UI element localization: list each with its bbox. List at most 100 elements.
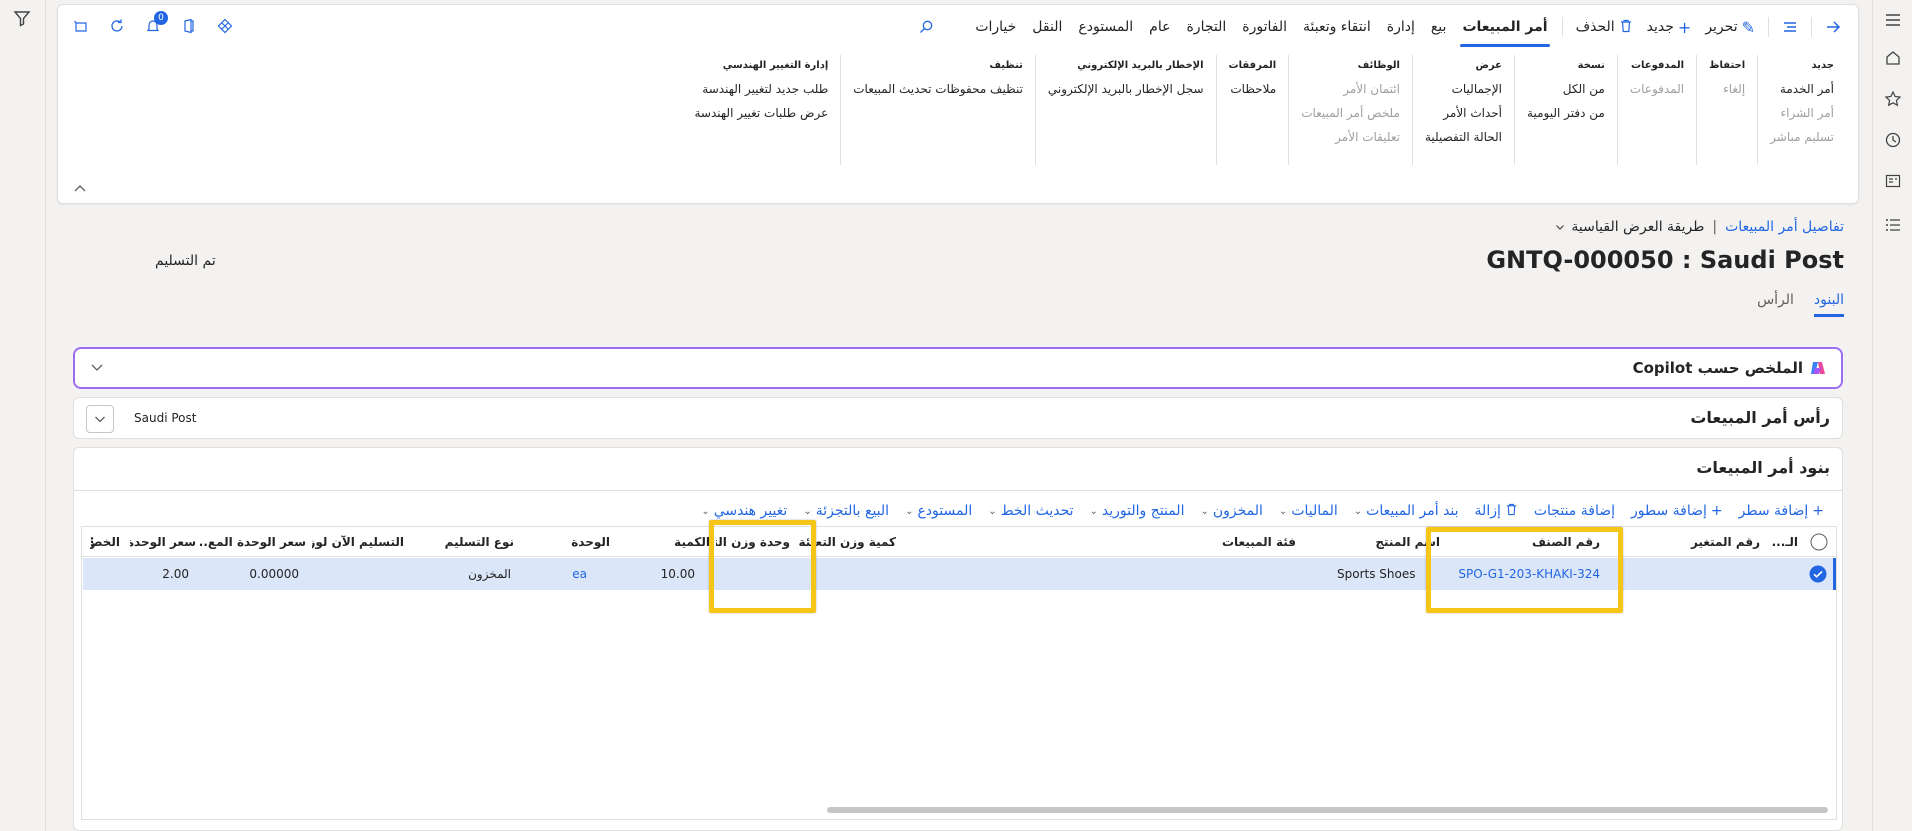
view-engineering-change-requests-button[interactable]: عرض طلبات تغيير الهندسة: [694, 101, 828, 125]
cancel-button[interactable]: إلغاء: [1709, 77, 1745, 101]
column-header-pack-qty[interactable]: كمية وزن التعبئة: [796, 527, 896, 557]
column-header-unit[interactable]: الوحدة: [530, 527, 610, 557]
cell-unit[interactable]: ea: [527, 558, 587, 590]
office-icon[interactable]: [176, 13, 202, 39]
detailed-status-button[interactable]: الحالة التفصيلية: [1425, 125, 1502, 149]
sales-order-summary-button[interactable]: ملخص أمر المبيعات: [1301, 101, 1400, 125]
totals-button[interactable]: الإجماليات: [1425, 77, 1502, 101]
delete-button[interactable]: الحذف: [1569, 12, 1640, 42]
cleanup-sales-update-history-button[interactable]: تنظيف محفوظات تحديث المبيعات: [853, 77, 1023, 101]
back-arrow-icon[interactable]: [1818, 12, 1848, 42]
notifications-icon[interactable]: 0: [140, 11, 168, 39]
column-header-line-flag[interactable]: الـ...: [1770, 527, 1798, 557]
column-header-cw-delivery[interactable]: التسليم الآن لوز...: [312, 527, 404, 557]
column-header-product-name[interactable]: اسم المنتج: [1310, 527, 1440, 557]
sales-order-header-fasttab[interactable]: رأس أمر المبيعات Saudi Post: [73, 397, 1843, 439]
cell-unit-price[interactable]: 2.00: [129, 558, 189, 590]
cell-item-number[interactable]: SPO-G1-203-KHAKI-324: [1440, 558, 1600, 590]
add-lines-button[interactable]: + إضافة سطور: [1623, 503, 1731, 519]
tab-invoice[interactable]: الفاتورة: [1234, 5, 1295, 49]
tab-lines[interactable]: البنود: [1813, 292, 1844, 317]
add-products-button[interactable]: إضافة منتجات: [1526, 503, 1623, 519]
chevron-down-icon: ⌄: [803, 505, 812, 517]
modules-list-icon[interactable]: [1883, 215, 1903, 235]
chevron-up-icon[interactable]: [72, 181, 88, 197]
inventory-menu[interactable]: المخزون ⌄: [1192, 503, 1270, 519]
cell-quantity[interactable]: 10.00: [611, 558, 695, 590]
new-engineering-change-request-button[interactable]: طلب جديد لتغيير الهندسة: [694, 77, 828, 101]
purchase-order-button[interactable]: أمر الشراء: [1770, 101, 1835, 125]
filter-icon[interactable]: [12, 8, 32, 28]
direct-delivery-button[interactable]: تسليم مباشر: [1770, 125, 1834, 149]
new-button[interactable]: + جديد: [1640, 12, 1699, 42]
toolbar-separator: [1811, 17, 1812, 37]
power-apps-icon[interactable]: [212, 13, 238, 39]
tab-header[interactable]: الرأس: [1757, 292, 1794, 317]
lines-toolbar: + إضافة سطر + إضافة سطور إضافة منتجات إزال…: [693, 496, 1832, 526]
tab-sales-order[interactable]: أمر المبيعات: [1454, 5, 1555, 49]
tab-warehouse[interactable]: المستودع: [1070, 5, 1141, 49]
chevron-down-icon[interactable]: [89, 359, 105, 375]
plus-multiple-icon: +: [1710, 503, 1723, 519]
column-header-variant[interactable]: رقم المتغير: [1640, 527, 1760, 557]
product-and-supply-menu[interactable]: المنتج والتوريد ⌄: [1082, 503, 1193, 519]
button-label: المستودع: [917, 503, 973, 519]
star-favorites-icon[interactable]: [1883, 89, 1903, 109]
chevron-down-icon[interactable]: [86, 405, 114, 433]
order-events-button[interactable]: أحداث الأمر: [1425, 101, 1502, 125]
column-header-delivery-type[interactable]: نوع التسليم: [414, 527, 514, 557]
button-label: تغيير هندسي: [713, 503, 788, 519]
sales-order-line-menu[interactable]: بند أمر المبيعات ⌄: [1346, 503, 1467, 519]
add-line-button[interactable]: + إضافة سطر: [1731, 503, 1832, 519]
retail-menu[interactable]: البيع بالتجزئة ⌄: [795, 503, 897, 519]
update-line-menu[interactable]: تحديث الخط ⌄: [980, 503, 1081, 519]
row-checkbox-checked[interactable]: [1809, 565, 1827, 583]
column-header-quantity[interactable]: الكمية: [626, 527, 710, 557]
tab-manage[interactable]: إدارة: [1379, 5, 1423, 49]
order-credit-button[interactable]: ائتمان الأمر: [1301, 77, 1400, 101]
remove-button[interactable]: إزالة: [1467, 503, 1526, 520]
warehouse-menu[interactable]: المستودع ⌄: [897, 503, 980, 519]
engineering-change-menu[interactable]: تغيير هندسي ⌄: [693, 503, 795, 519]
breadcrumb-link[interactable]: تفاصيل أمر المبيعات: [1725, 219, 1844, 235]
column-header-discount[interactable]: الخص: [90, 527, 120, 557]
list-lines-icon[interactable]: [1775, 12, 1805, 42]
table-row[interactable]: SPO-G1-203-KHAKI-324 Sports Shoes 10.00 …: [83, 558, 1836, 590]
cell-delivery-type[interactable]: المخزون: [411, 558, 511, 590]
financials-menu[interactable]: الماليات ⌄: [1271, 503, 1346, 519]
edit-button[interactable]: ✎ تحرير: [1698, 12, 1762, 42]
tab-options[interactable]: خيارات: [967, 5, 1024, 49]
column-header-cw-unit-price[interactable]: سعر الوحدة المع...: [198, 527, 306, 557]
more-vertical-icon[interactable]: ⋮: [86, 527, 94, 557]
email-notification-log-button[interactable]: سجل الإخطار بالبريد الإلكتروني: [1048, 77, 1204, 101]
cell-product-name[interactable]: Sports Shoes: [1337, 558, 1437, 590]
column-header-sales-category[interactable]: فئة المبيعات: [906, 527, 1296, 557]
copilot-summary-panel[interactable]: الملخص حسب Copilot: [73, 347, 1843, 389]
payments-button[interactable]: المدفوعات: [1630, 77, 1684, 101]
copy-from-all-button[interactable]: من الكل: [1527, 77, 1605, 101]
service-order-button[interactable]: أمر الخدمة: [1770, 77, 1834, 101]
clock-recent-icon[interactable]: [1883, 130, 1903, 150]
order-comments-button[interactable]: تعليقات الأمر: [1301, 125, 1400, 149]
notes-button[interactable]: ملاحظات: [1229, 77, 1276, 101]
search-icon[interactable]: [911, 12, 941, 42]
open-in-new-icon[interactable]: [68, 13, 94, 39]
tab-sell[interactable]: بيع: [1423, 5, 1455, 49]
column-header-pack-unit[interactable]: وحدة وزن التعبئة: [716, 527, 790, 557]
view-selector[interactable]: طريقة العرض القياسية: [1555, 219, 1704, 235]
tab-pick-and-pack[interactable]: انتقاء وتعبئة: [1295, 5, 1379, 49]
tab-transportation[interactable]: النقل: [1024, 5, 1070, 49]
cell-cw-unit-price[interactable]: 0.00000: [209, 558, 299, 590]
tab-retail[interactable]: التجارة: [1178, 5, 1234, 49]
hamburger-menu-icon[interactable]: [1883, 10, 1903, 30]
copy-from-journal-button[interactable]: من دفتر اليومية: [1527, 101, 1605, 125]
navigation-pane: [1872, 0, 1912, 831]
home-icon[interactable]: [1883, 48, 1903, 68]
column-header-unit-price[interactable]: سعر الوحدة: [130, 527, 196, 557]
select-all-checkbox[interactable]: [1810, 533, 1828, 551]
refresh-icon[interactable]: [104, 13, 130, 39]
horizontal-scrollbar[interactable]: [827, 807, 1828, 813]
tab-general[interactable]: عام: [1141, 5, 1178, 49]
workspaces-icon[interactable]: [1883, 171, 1903, 191]
column-header-item-number[interactable]: رقم الصنف: [1450, 527, 1600, 557]
